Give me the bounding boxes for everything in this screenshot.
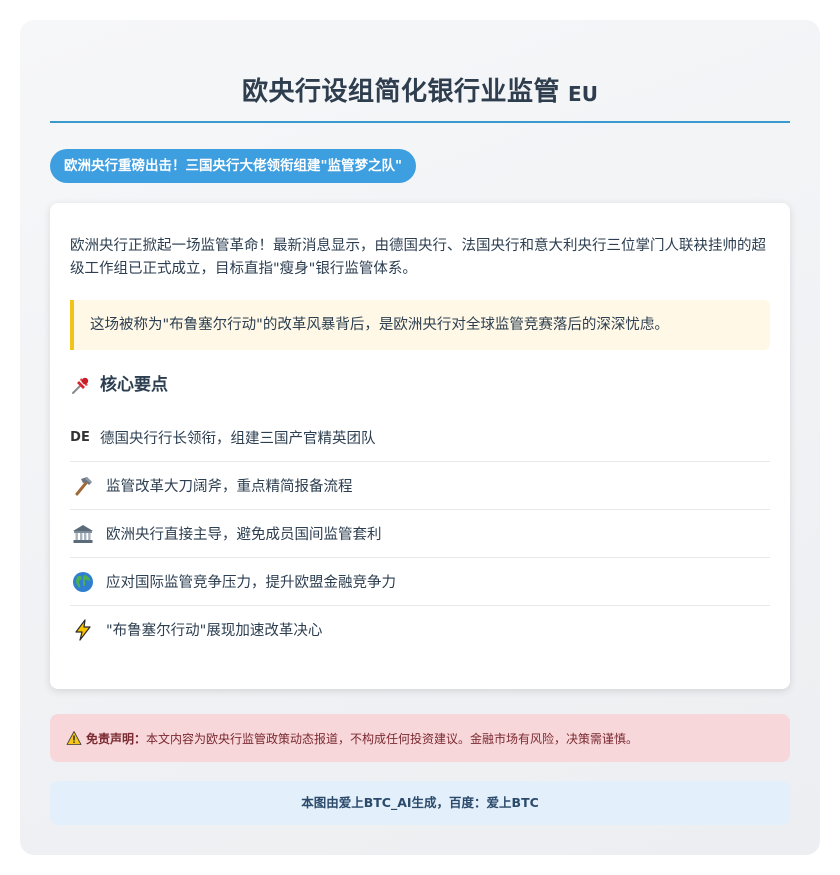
disclaimer-text: 本文内容为欧央行监管政策动态报道，不构成任何投资建议。金融市场有风险，决策需谨慎… xyxy=(146,731,639,746)
globe-icon xyxy=(70,569,96,595)
pushpin-icon xyxy=(70,374,92,396)
list-item: 应对国际监管竞争压力，提升欧盟金融竞争力 xyxy=(70,558,770,606)
warning-icon xyxy=(66,730,82,746)
title-divider xyxy=(50,121,790,123)
list-item: "布鲁塞尔行动"展现加速改革决心 xyxy=(70,606,770,653)
intro-paragraph: 欧洲央行正掀起一场监管革命！最新消息显示，由德国央行、法国央行和意大利央行三位掌… xyxy=(70,238,766,277)
article-card: 欧洲央行正掀起一场监管革命！最新消息显示，由德国央行、法国央行和意大利央行三位掌… xyxy=(50,203,790,689)
lightning-icon xyxy=(70,617,96,643)
point-text: 监管改革大刀阔斧，重点精简报备流程 xyxy=(106,479,353,495)
disclaimer-box: 免责声明： 本文内容为欧央行监管政策动态报道，不构成任何投资建议。金融市场有风险… xyxy=(50,714,790,762)
highlight-quote: 这场被称为"布鲁塞尔行动"的改革风暴背后，是欧洲央行对全球监管竞赛落后的深深忧虑… xyxy=(70,300,770,350)
point-text: 欧洲央行直接主导，避免成员国间监管套利 xyxy=(106,527,382,543)
section-heading: 核心要点 xyxy=(70,374,770,396)
disclaimer-label: 免责声明： xyxy=(86,731,147,746)
page-title: 欧央行设组简化银行业监管 xyxy=(242,77,561,107)
list-item: 监管改革大刀阔斧，重点精简报备流程 xyxy=(70,462,770,510)
section-title: 核心要点 xyxy=(100,375,168,395)
page-container: 欧央行设组简化银行业监管 EU 欧洲央行重磅出击！三国央行大佬领衔组建"监管梦之队… xyxy=(20,20,820,855)
bank-icon xyxy=(70,521,96,547)
de-flag-label: DE xyxy=(70,430,90,445)
list-item: DE 德国央行行长领衔，组建三国产官精英团队 xyxy=(70,414,770,462)
list-item: 欧洲央行直接主导，避免成员国间监管套利 xyxy=(70,510,770,558)
title-row: 欧央行设组简化银行业监管 EU xyxy=(50,72,790,112)
point-text: 应对国际监管竞争压力，提升欧盟金融竞争力 xyxy=(106,575,396,591)
hammer-icon xyxy=(70,473,96,499)
point-text: "布鲁塞尔行动"展现加速改革决心 xyxy=(106,623,323,639)
point-text: 德国央行行长领衔，组建三国产官精英团队 xyxy=(100,431,376,447)
footer-credit: 本图由爱上BTC_AI生成，百度：爱上BTC xyxy=(50,781,790,825)
headline-badge: 欧洲央行重磅出击！三国央行大佬领衔组建"监管梦之队" xyxy=(50,149,417,183)
key-points-list: DE 德国央行行长领衔，组建三国产官精英团队 监管改革大刀阔斧，重点精简报备流程 xyxy=(70,414,770,653)
eu-flag-label: EU xyxy=(568,82,598,106)
